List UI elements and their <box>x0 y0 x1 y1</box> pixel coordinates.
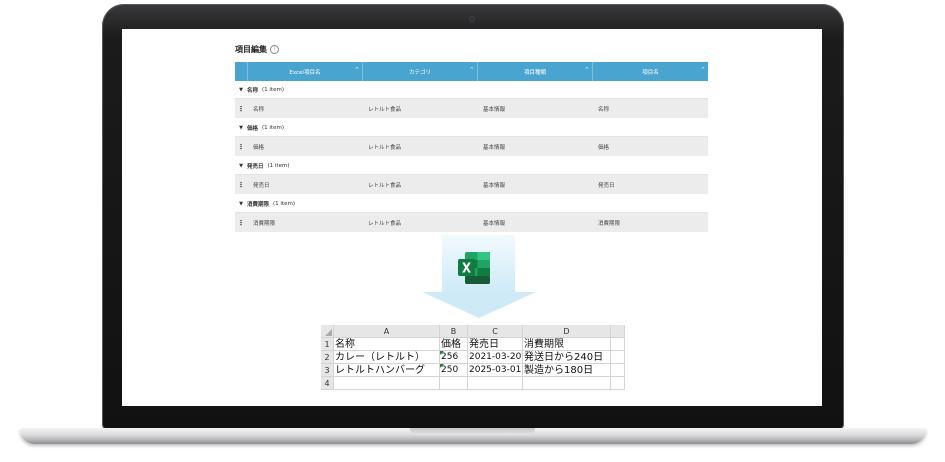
cell-item-name: 発売日 <box>598 182 615 189</box>
sheet-cell[interactable] <box>611 377 625 390</box>
column-header-label: 項目種類 <box>523 69 546 76</box>
select-all-corner[interactable] <box>321 325 334 338</box>
cell-item-type: 基本情報 <box>483 220 506 227</box>
cell-excel-name: 消費期限 <box>253 220 276 227</box>
sheet-cell[interactable] <box>440 377 468 390</box>
sort-caret-icon[interactable]: ^ <box>701 67 705 73</box>
column-header-label: Excel項目名 <box>289 69 321 76</box>
sheet-cell[interactable]: 256 <box>440 351 468 364</box>
sheet-cell[interactable]: 発売日 <box>468 338 523 351</box>
group-name: 消費期限 <box>247 201 270 208</box>
sheet-cell[interactable]: 消費期限 <box>523 338 611 351</box>
cell-excel-name: 名称 <box>253 106 265 113</box>
column-header-b[interactable]: B <box>440 325 468 338</box>
grid-row[interactable]: ⋮ 名称 レトルト食品 基本情報 名称 <box>235 99 708 119</box>
group-count: (1 item) <box>262 86 284 93</box>
column-header-d[interactable]: D <box>523 325 611 338</box>
cell-item-name: 消費期限 <box>598 220 621 227</box>
chevron-down-icon[interactable]: ▼ <box>235 125 247 131</box>
sheet-cell[interactable]: 2021-03-20 <box>468 351 523 364</box>
camera-icon <box>469 16 475 22</box>
cell-category: レトルト食品 <box>368 182 402 189</box>
row-number[interactable]: 1 <box>321 338 334 351</box>
grid-row[interactable]: ⋮ 価格 レトルト食品 基本情報 価格 <box>235 137 708 157</box>
column-header-excel-name[interactable]: Excel項目名 ^ <box>248 62 363 81</box>
group-count: (1 item) <box>262 124 284 131</box>
group-header-expiry[interactable]: ▼ 消費期限 (1 item) <box>235 195 708 213</box>
laptop-screen: 項目編集 i Excel項目名 ^ カテゴリ ^ 項目種類 ^ 項目名 ^ ▼ … <box>122 29 822 406</box>
drag-handle-icon[interactable]: ⋮ <box>235 219 247 227</box>
sheet-cell[interactable] <box>611 364 625 377</box>
sort-caret-icon[interactable]: ^ <box>470 67 474 73</box>
sort-caret-icon[interactable]: ^ <box>585 67 589 73</box>
group-header-price[interactable]: ▼ 価格 (1 item) <box>235 119 708 137</box>
sheet-cell[interactable]: 2025-03-01 <box>468 364 523 377</box>
laptop-notch <box>410 428 535 435</box>
row-number[interactable]: 3 <box>321 364 334 377</box>
column-header-e[interactable] <box>611 325 625 338</box>
column-header-label: カテゴリ <box>408 69 431 76</box>
sheet-row: 4 <box>321 377 625 390</box>
excel-sheet: A B C D 1 名称 価格 発売日 消費期限 2 カレー（レトルト） 256… <box>321 325 625 390</box>
group-count: (1 item) <box>267 162 290 169</box>
cell-item-name: 価格 <box>598 144 610 151</box>
cell-category: レトルト食品 <box>368 144 402 151</box>
panel-title-row: 項目編集 i <box>235 44 279 55</box>
sheet-cell[interactable]: カレー（レトルト） <box>334 351 440 364</box>
info-circle-icon[interactable]: i <box>270 45 279 54</box>
sheet-cell[interactable]: 製造から180日 <box>523 364 611 377</box>
column-header-category[interactable]: カテゴリ ^ <box>363 62 478 81</box>
sort-caret-icon[interactable]: ^ <box>355 67 359 73</box>
group-name: 名称 <box>247 87 259 94</box>
column-header-item-name[interactable]: 項目名 ^ <box>593 62 708 81</box>
sheet-row: 1 名称 価格 発売日 消費期限 <box>321 338 625 351</box>
group-name: 価格 <box>247 125 259 132</box>
panel-title: 項目編集 <box>235 45 267 54</box>
sheet-column-header-row: A B C D <box>321 325 625 338</box>
down-arrow-head <box>422 292 536 318</box>
sheet-cell[interactable]: レトルトハンバーグ <box>334 364 440 377</box>
chevron-down-icon[interactable]: ▼ <box>235 163 247 169</box>
sheet-row: 3 レトルトハンバーグ 250 2025-03-01 製造から180日 <box>321 364 625 377</box>
drag-handle-icon[interactable]: ⋮ <box>235 181 247 189</box>
row-number[interactable]: 4 <box>321 377 334 390</box>
grid-header-gutter <box>235 62 248 81</box>
sheet-cell[interactable] <box>611 351 625 364</box>
sheet-cell[interactable]: 価格 <box>440 338 468 351</box>
group-count: (1 item) <box>273 200 295 207</box>
cell-item-name: 名称 <box>598 106 610 113</box>
drag-handle-icon[interactable]: ⋮ <box>235 143 247 151</box>
column-header-item-type[interactable]: 項目種類 ^ <box>478 62 593 81</box>
cell-category: レトルト食品 <box>368 106 402 113</box>
grid-row[interactable]: ⋮ 消費期限 レトルト食品 基本情報 消費期限 <box>235 213 708 233</box>
row-number[interactable]: 2 <box>321 351 334 364</box>
sheet-cell[interactable] <box>523 377 611 390</box>
sheet-row: 2 カレー（レトルト） 256 2021-03-20 発送日から240日 <box>321 351 625 364</box>
excel-icon <box>458 252 490 284</box>
group-name: 発売日 <box>247 163 264 170</box>
chevron-down-icon[interactable]: ▼ <box>235 87 247 93</box>
sheet-cell[interactable] <box>334 377 440 390</box>
grid-row[interactable]: ⋮ 発売日 レトルト食品 基本情報 発売日 <box>235 175 708 195</box>
cell-item-type: 基本情報 <box>483 182 506 189</box>
sheet-cell[interactable]: 発送日から240日 <box>523 351 611 364</box>
cell-excel-name: 発売日 <box>253 182 270 189</box>
chevron-down-icon[interactable]: ▼ <box>235 201 247 207</box>
grid-header: Excel項目名 ^ カテゴリ ^ 項目種類 ^ 項目名 ^ <box>235 62 708 81</box>
sheet-cell[interactable]: 名称 <box>334 338 440 351</box>
cell-item-type: 基本情報 <box>483 144 506 151</box>
sheet-cell[interactable]: 250 <box>440 364 468 377</box>
group-header-name[interactable]: ▼ 名称 (1 item) <box>235 81 708 99</box>
sheet-cell[interactable] <box>611 338 625 351</box>
cell-excel-name: 価格 <box>253 144 265 151</box>
column-header-label: 項目名 <box>642 69 659 76</box>
drag-handle-icon[interactable]: ⋮ <box>235 105 247 113</box>
column-header-c[interactable]: C <box>468 325 523 338</box>
column-header-a[interactable]: A <box>334 325 440 338</box>
item-grid: Excel項目名 ^ カテゴリ ^ 項目種類 ^ 項目名 ^ ▼ 名称 (1 i… <box>235 62 708 233</box>
sheet-cell[interactable] <box>468 377 523 390</box>
cell-item-type: 基本情報 <box>483 106 506 113</box>
group-header-release-date[interactable]: ▼ 発売日 (1 item) <box>235 157 708 175</box>
cell-category: レトルト食品 <box>368 220 402 227</box>
